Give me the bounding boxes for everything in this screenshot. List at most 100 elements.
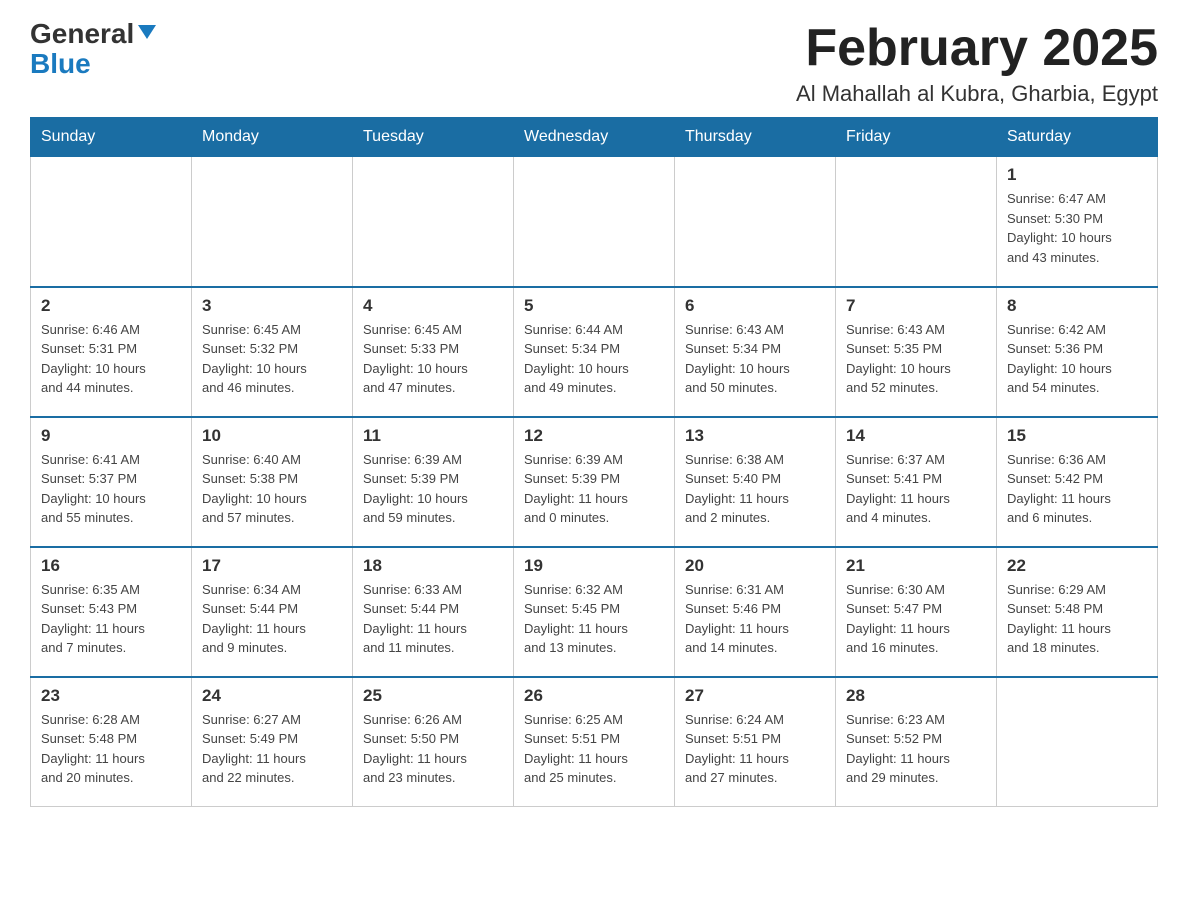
calendar-day-cell: 16 Sunrise: 6:35 AM Sunset: 5:43 PM Dayli… <box>31 547 192 677</box>
calendar-day-cell: 17 Sunrise: 6:34 AM Sunset: 5:44 PM Dayli… <box>192 547 353 677</box>
day-info: Sunrise: 6:45 AM Sunset: 5:33 PM Dayligh… <box>363 320 503 398</box>
day-info: Sunrise: 6:43 AM Sunset: 5:35 PM Dayligh… <box>846 320 986 398</box>
day-number: 26 <box>524 686 664 706</box>
day-number: 18 <box>363 556 503 576</box>
weekday-header-saturday: Saturday <box>997 118 1158 157</box>
calendar-day-cell: 7 Sunrise: 6:43 AM Sunset: 5:35 PM Daylig… <box>836 287 997 417</box>
calendar-day-cell <box>192 157 353 287</box>
day-info: Sunrise: 6:42 AM Sunset: 5:36 PM Dayligh… <box>1007 320 1147 398</box>
logo-blue: Blue <box>30 50 91 78</box>
weekday-header-tuesday: Tuesday <box>353 118 514 157</box>
calendar-day-cell: 28 Sunrise: 6:23 AM Sunset: 5:52 PM Dayli… <box>836 677 997 807</box>
day-info: Sunrise: 6:45 AM Sunset: 5:32 PM Dayligh… <box>202 320 342 398</box>
day-number: 2 <box>41 296 181 316</box>
calendar-day-cell: 24Sunrise: 6:27 AM Sunset: 5:49 PM Dayli… <box>192 677 353 807</box>
calendar-day-cell: 12 Sunrise: 6:39 AM Sunset: 5:39 PM Dayli… <box>514 417 675 547</box>
day-info: Sunrise: 6:39 AM Sunset: 5:39 PM Dayligh… <box>363 450 503 528</box>
calendar-day-cell: 25 Sunrise: 6:26 AM Sunset: 5:50 PM Dayli… <box>353 677 514 807</box>
day-number: 23 <box>41 686 181 706</box>
day-info: Sunrise: 6:34 AM Sunset: 5:44 PM Dayligh… <box>202 580 342 658</box>
day-info: Sunrise: 6:39 AM Sunset: 5:39 PM Dayligh… <box>524 450 664 528</box>
day-info: Sunrise: 6:24 AM Sunset: 5:51 PM Dayligh… <box>685 710 825 788</box>
day-number: 20 <box>685 556 825 576</box>
day-number: 19 <box>524 556 664 576</box>
day-info: Sunrise: 6:40 AM Sunset: 5:38 PM Dayligh… <box>202 450 342 528</box>
calendar-day-cell: 9 Sunrise: 6:41 AM Sunset: 5:37 PM Daylig… <box>31 417 192 547</box>
day-info: Sunrise: 6:28 AM Sunset: 5:48 PM Dayligh… <box>41 710 181 788</box>
calendar-week-row: 1Sunrise: 6:47 AM Sunset: 5:30 PM Daylig… <box>31 157 1158 287</box>
calendar-day-cell: 23 Sunrise: 6:28 AM Sunset: 5:48 PM Dayli… <box>31 677 192 807</box>
day-number: 25 <box>363 686 503 706</box>
logo-arrow-icon <box>136 21 158 43</box>
day-number: 14 <box>846 426 986 446</box>
page-header: General Blue February 2025 Al Mahallah a… <box>30 20 1158 107</box>
calendar-day-cell: 20Sunrise: 6:31 AM Sunset: 5:46 PM Dayli… <box>675 547 836 677</box>
day-info: Sunrise: 6:46 AM Sunset: 5:31 PM Dayligh… <box>41 320 181 398</box>
calendar-day-cell <box>675 157 836 287</box>
calendar-day-cell: 26Sunrise: 6:25 AM Sunset: 5:51 PM Dayli… <box>514 677 675 807</box>
day-number: 10 <box>202 426 342 446</box>
day-number: 6 <box>685 296 825 316</box>
day-number: 28 <box>846 686 986 706</box>
weekday-header-sunday: Sunday <box>31 118 192 157</box>
calendar-week-row: 16 Sunrise: 6:35 AM Sunset: 5:43 PM Dayli… <box>31 547 1158 677</box>
calendar-day-cell: 10 Sunrise: 6:40 AM Sunset: 5:38 PM Dayli… <box>192 417 353 547</box>
day-info: Sunrise: 6:38 AM Sunset: 5:40 PM Dayligh… <box>685 450 825 528</box>
calendar-day-cell <box>31 157 192 287</box>
day-number: 16 <box>41 556 181 576</box>
calendar-day-cell: 13Sunrise: 6:38 AM Sunset: 5:40 PM Dayli… <box>675 417 836 547</box>
day-number: 8 <box>1007 296 1147 316</box>
calendar-day-cell: 3 Sunrise: 6:45 AM Sunset: 5:32 PM Daylig… <box>192 287 353 417</box>
day-info: Sunrise: 6:33 AM Sunset: 5:44 PM Dayligh… <box>363 580 503 658</box>
calendar-day-cell <box>836 157 997 287</box>
calendar-day-cell: 22Sunrise: 6:29 AM Sunset: 5:48 PM Dayli… <box>997 547 1158 677</box>
day-info: Sunrise: 6:37 AM Sunset: 5:41 PM Dayligh… <box>846 450 986 528</box>
calendar-day-cell: 27 Sunrise: 6:24 AM Sunset: 5:51 PM Dayli… <box>675 677 836 807</box>
weekday-header-thursday: Thursday <box>675 118 836 157</box>
day-number: 24 <box>202 686 342 706</box>
day-info: Sunrise: 6:32 AM Sunset: 5:45 PM Dayligh… <box>524 580 664 658</box>
day-number: 3 <box>202 296 342 316</box>
weekday-header-friday: Friday <box>836 118 997 157</box>
calendar-week-row: 2 Sunrise: 6:46 AM Sunset: 5:31 PM Daylig… <box>31 287 1158 417</box>
calendar-day-cell: 1Sunrise: 6:47 AM Sunset: 5:30 PM Daylig… <box>997 157 1158 287</box>
calendar-day-cell <box>353 157 514 287</box>
day-number: 5 <box>524 296 664 316</box>
calendar-day-cell: 5 Sunrise: 6:44 AM Sunset: 5:34 PM Daylig… <box>514 287 675 417</box>
day-number: 27 <box>685 686 825 706</box>
calendar-week-row: 23 Sunrise: 6:28 AM Sunset: 5:48 PM Dayli… <box>31 677 1158 807</box>
calendar-day-cell: 18 Sunrise: 6:33 AM Sunset: 5:44 PM Dayli… <box>353 547 514 677</box>
logo: General Blue <box>30 20 158 78</box>
weekday-header-row: SundayMondayTuesdayWednesdayThursdayFrid… <box>31 118 1158 157</box>
day-info: Sunrise: 6:29 AM Sunset: 5:48 PM Dayligh… <box>1007 580 1147 658</box>
calendar-week-row: 9 Sunrise: 6:41 AM Sunset: 5:37 PM Daylig… <box>31 417 1158 547</box>
day-info: Sunrise: 6:43 AM Sunset: 5:34 PM Dayligh… <box>685 320 825 398</box>
day-info: Sunrise: 6:35 AM Sunset: 5:43 PM Dayligh… <box>41 580 181 658</box>
day-number: 7 <box>846 296 986 316</box>
day-number: 4 <box>363 296 503 316</box>
calendar-day-cell: 19 Sunrise: 6:32 AM Sunset: 5:45 PM Dayli… <box>514 547 675 677</box>
day-info: Sunrise: 6:30 AM Sunset: 5:47 PM Dayligh… <box>846 580 986 658</box>
title-block: February 2025 Al Mahallah al Kubra, Ghar… <box>796 20 1158 107</box>
day-number: 9 <box>41 426 181 446</box>
logo-general: General <box>30 20 134 48</box>
day-info: Sunrise: 6:36 AM Sunset: 5:42 PM Dayligh… <box>1007 450 1147 528</box>
day-number: 15 <box>1007 426 1147 446</box>
day-info: Sunrise: 6:47 AM Sunset: 5:30 PM Dayligh… <box>1007 189 1147 267</box>
calendar-title: February 2025 <box>796 20 1158 77</box>
calendar-day-cell: 6 Sunrise: 6:43 AM Sunset: 5:34 PM Daylig… <box>675 287 836 417</box>
calendar-day-cell: 4 Sunrise: 6:45 AM Sunset: 5:33 PM Daylig… <box>353 287 514 417</box>
day-info: Sunrise: 6:44 AM Sunset: 5:34 PM Dayligh… <box>524 320 664 398</box>
day-number: 21 <box>846 556 986 576</box>
day-number: 12 <box>524 426 664 446</box>
calendar-day-cell <box>514 157 675 287</box>
calendar-day-cell: 15 Sunrise: 6:36 AM Sunset: 5:42 PM Dayli… <box>997 417 1158 547</box>
day-number: 17 <box>202 556 342 576</box>
day-info: Sunrise: 6:23 AM Sunset: 5:52 PM Dayligh… <box>846 710 986 788</box>
day-number: 11 <box>363 426 503 446</box>
day-info: Sunrise: 6:41 AM Sunset: 5:37 PM Dayligh… <box>41 450 181 528</box>
day-info: Sunrise: 6:26 AM Sunset: 5:50 PM Dayligh… <box>363 710 503 788</box>
calendar-table: SundayMondayTuesdayWednesdayThursdayFrid… <box>30 117 1158 807</box>
calendar-day-cell: 8 Sunrise: 6:42 AM Sunset: 5:36 PM Daylig… <box>997 287 1158 417</box>
calendar-subtitle: Al Mahallah al Kubra, Gharbia, Egypt <box>796 81 1158 107</box>
